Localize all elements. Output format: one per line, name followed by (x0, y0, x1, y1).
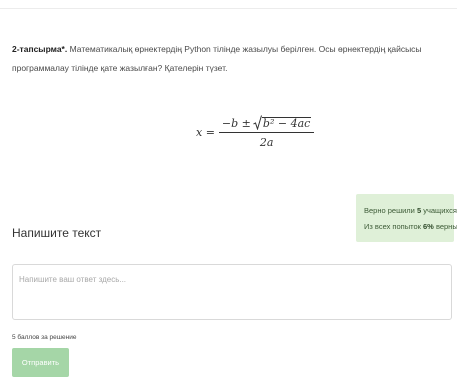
attempts-stat: Из всех попыток 6% верных (364, 222, 457, 231)
top-divider (0, 8, 457, 9)
solved-prefix: Верно решили (364, 206, 415, 215)
task-number: 2-тапсырма*. (12, 44, 68, 54)
attempts-prefix: Из всех попыток (364, 222, 421, 231)
solved-stat: Верно решили 5 учащихся (364, 206, 457, 215)
formula-numerator-prefix: −b ± (221, 117, 251, 130)
formula-fraction: −b ± b² − 4ac 2a (218, 115, 315, 149)
task-statement: 2-тапсырма*. Математикалық өрнектердің P… (12, 40, 444, 78)
task-text: Математикалық өрнектердің Python тілінде… (12, 44, 422, 73)
attempts-suffix: верных (435, 222, 457, 231)
sqrt-sign-icon (253, 115, 262, 130)
points-label: 5 баллов за решение (12, 334, 77, 341)
formula-numerator: −b ± b² − 4ac (219, 115, 314, 132)
answer-section-title: Напишите текст (12, 226, 102, 240)
attempts-percent: 6% (423, 222, 434, 231)
solved-count: 5 (416, 206, 422, 215)
formula-denominator: 2a (259, 136, 274, 149)
answer-input[interactable] (12, 264, 452, 320)
formula-lhs: x = (196, 125, 215, 139)
formula-sqrt: b² − 4ac (253, 115, 312, 130)
formula-radicand: b² − 4ac (261, 117, 312, 130)
formula-image: x = −b ± b² − 4ac 2a (196, 110, 315, 154)
stats-badge: Верно решили 5 учащихся Из всех попыток … (356, 194, 457, 242)
solved-suffix: учащихся (423, 206, 457, 215)
submit-button[interactable]: Отправить (12, 348, 69, 377)
